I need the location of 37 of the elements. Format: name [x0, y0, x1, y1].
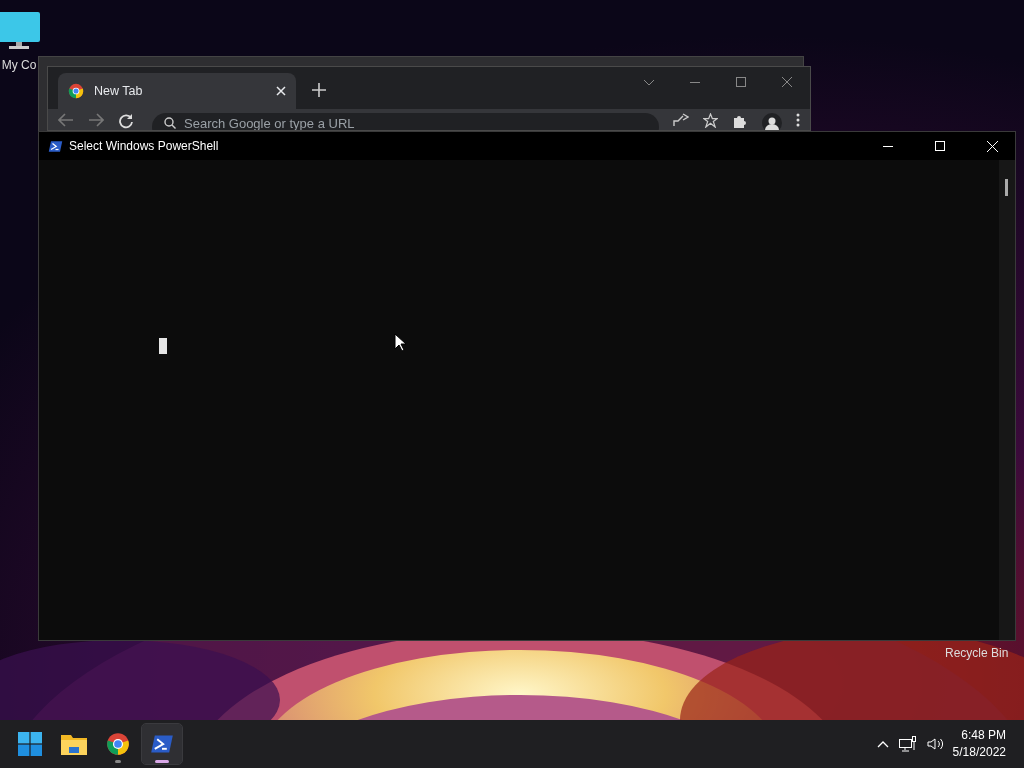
search-icon: [164, 117, 176, 129]
chrome-icon: [68, 83, 84, 99]
chrome-icon: [106, 732, 130, 756]
clock[interactable]: 6:48 PM 5/18/2022: [952, 727, 1006, 761]
network-icon[interactable]: [898, 736, 917, 752]
monitor-icon: [0, 12, 41, 50]
speaker-icon[interactable]: [926, 737, 945, 751]
text-cursor: [159, 338, 167, 354]
close-icon[interactable]: [782, 77, 792, 87]
star-icon[interactable]: [703, 113, 718, 128]
minimize-icon[interactable]: [690, 81, 700, 83]
chevron-up-icon[interactable]: [876, 740, 889, 748]
maximize-icon[interactable]: [736, 77, 746, 87]
back-icon[interactable]: [58, 113, 74, 127]
plus-icon[interactable]: [312, 83, 326, 97]
menu-icon[interactable]: [796, 113, 800, 127]
forward-icon[interactable]: [88, 113, 104, 127]
address-field[interactable]: Search Google or type a URL: [184, 117, 624, 130]
desktop-icon-label[interactable]: My Co: [1, 58, 37, 72]
folder-icon: [61, 733, 87, 755]
close-icon: [986, 140, 998, 152]
powershell-icon: [48, 138, 63, 154]
desktop-icon-label[interactable]: Recycle Bin: [945, 646, 1009, 660]
mouse-pointer-icon: [394, 333, 406, 352]
puzzle-icon[interactable]: [732, 113, 748, 129]
browser-tab[interactable]: New Tab: [58, 73, 296, 109]
taskbar-app-button[interactable]: [142, 724, 182, 764]
minimize-icon: [883, 145, 893, 147]
chevron-down-icon[interactable]: [643, 78, 655, 86]
reload-icon[interactable]: [118, 113, 134, 129]
maximize-icon: [935, 141, 945, 151]
scrollbar-thumb[interactable]: [1005, 179, 1008, 196]
scrollbar[interactable]: [999, 160, 1015, 640]
share-icon[interactable]: [673, 113, 689, 127]
window-title: Select Windows PowerShell: [69, 139, 220, 153]
address-bar[interactable]: Search Google or type a URL: [152, 113, 659, 130]
start-icon: [18, 732, 42, 756]
